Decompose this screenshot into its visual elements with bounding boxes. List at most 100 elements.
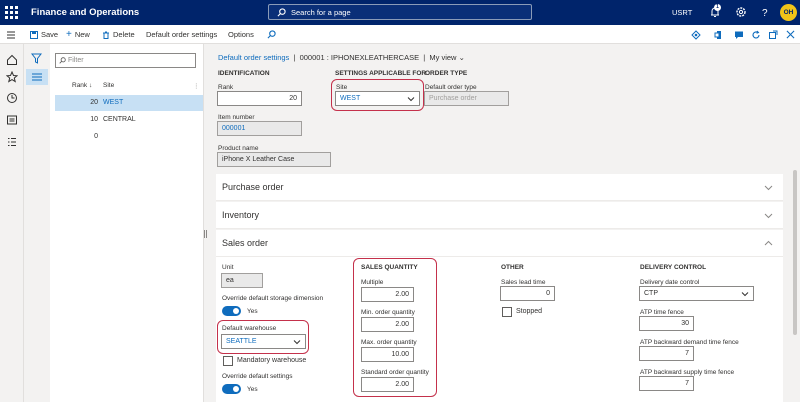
filter-input[interactable]: Filter xyxy=(55,53,196,68)
standard-order-quantity-field[interactable]: 2.00 xyxy=(361,377,414,392)
delivery-control-header: DELIVERY CONTROL xyxy=(640,264,707,271)
chevron-down-icon: ⌄ xyxy=(458,53,465,62)
override-settings-label: Override default settings xyxy=(222,373,293,380)
column-header-site[interactable]: Site xyxy=(103,82,114,89)
row-rank: 20 xyxy=(90,99,98,106)
atp-backward-supply-field[interactable]: 7 xyxy=(639,376,694,391)
tab-options[interactable]: Options xyxy=(228,30,254,39)
chevron-down-icon xyxy=(407,97,415,102)
tab-default-order-settings[interactable]: Default order settings xyxy=(146,30,217,39)
delete-button[interactable]: Delete xyxy=(102,30,135,39)
max-order-quantity-field[interactable]: 10.00 xyxy=(361,347,414,362)
default-warehouse-dropdown[interactable]: SEATTLE xyxy=(221,334,306,349)
view-selector[interactable]: My view ⌄ xyxy=(429,53,464,62)
company-picker[interactable]: USRT xyxy=(672,0,692,25)
favorites-icon[interactable] xyxy=(6,71,18,83)
override-storage-toggle[interactable] xyxy=(222,306,241,316)
table-row[interactable]: 0 xyxy=(55,129,203,145)
search-actions-icon[interactable] xyxy=(267,30,276,39)
site-dropdown[interactable]: WEST xyxy=(335,91,420,106)
home-icon[interactable] xyxy=(6,54,18,66)
atp-time-fence-field[interactable]: 30 xyxy=(639,316,694,331)
delivery-date-control-dropdown[interactable]: CTP xyxy=(639,286,754,301)
fasttab-sales-order[interactable]: Sales order xyxy=(216,230,783,257)
open-new-window-icon[interactable] xyxy=(768,30,778,40)
scrollbar-thumb[interactable] xyxy=(793,170,797,335)
notification-badge: 1 xyxy=(714,4,721,11)
row-site: WEST xyxy=(103,99,124,106)
override-settings-toggle[interactable] xyxy=(222,384,241,394)
order-type-header: ORDER TYPE xyxy=(425,70,468,77)
power-apps-icon[interactable] xyxy=(691,30,701,40)
other-header: OTHER xyxy=(501,264,524,271)
refresh-icon[interactable] xyxy=(751,30,761,40)
row-site: CENTRAL xyxy=(103,116,136,123)
messages-icon[interactable] xyxy=(734,30,744,40)
atp-backward-demand-field[interactable]: 7 xyxy=(639,346,694,361)
app-name[interactable]: Finance and Operations xyxy=(31,7,139,18)
workspaces-icon[interactable] xyxy=(6,114,18,126)
modules-icon[interactable] xyxy=(6,136,18,148)
view-selector-label: My view xyxy=(429,53,457,62)
search-placeholder: Search for a page xyxy=(291,8,351,17)
sales-lead-time-field[interactable]: 0 xyxy=(500,286,555,301)
action-pane: Save + New Delete Default order settings… xyxy=(0,25,800,59)
top-bar: Finance and Operations Search for a page… xyxy=(0,0,800,25)
chevron-down-icon xyxy=(764,213,773,219)
chevron-down-icon xyxy=(293,340,301,345)
warehouse-value: SEATTLE xyxy=(226,338,257,345)
fasttab-title: Purchase order xyxy=(222,182,284,192)
recent-icon[interactable] xyxy=(6,92,18,104)
chevron-up-icon xyxy=(764,240,773,246)
gear-icon[interactable] xyxy=(734,5,748,19)
delivery-date-control-label: Delivery date control xyxy=(640,279,700,286)
standard-order-quantity-label: Standard order quantity xyxy=(361,369,429,376)
new-button[interactable]: + New xyxy=(66,29,90,40)
rank-label: Rank xyxy=(218,84,234,91)
rank-header-label: Rank xyxy=(72,82,88,89)
atp-backward-demand-label: ATP backward demand time fence xyxy=(640,339,739,346)
column-options-icon[interactable]: ⋮ xyxy=(193,82,200,90)
plus-icon: + xyxy=(66,29,72,40)
office-icon[interactable] xyxy=(714,30,724,40)
global-search-box[interactable]: Search for a page xyxy=(268,4,532,20)
site-label: Site xyxy=(336,84,348,91)
stopped-checkbox[interactable] xyxy=(502,307,512,317)
site-value: WEST xyxy=(340,95,361,102)
column-header-rank[interactable]: Rank ↓ xyxy=(72,82,92,89)
min-order-quantity-field[interactable]: 2.00 xyxy=(361,317,414,332)
item-number-field[interactable]: 000001 xyxy=(217,121,302,136)
fasttab-inventory[interactable]: Inventory xyxy=(216,202,783,229)
hamburger-icon[interactable] xyxy=(6,30,16,40)
breadcrumb-link[interactable]: Default order settings xyxy=(218,53,289,62)
delete-label: Delete xyxy=(113,30,135,39)
options-label: Options xyxy=(228,30,254,39)
save-button[interactable]: Save xyxy=(30,30,58,39)
row-rank: 10 xyxy=(90,116,98,123)
avatar[interactable]: OH xyxy=(780,4,797,21)
filter-icon[interactable] xyxy=(31,53,42,64)
search-icon xyxy=(277,8,286,17)
breadcrumb-separator: | xyxy=(293,53,296,62)
breadcrumb-separator: | xyxy=(423,53,426,62)
multiple-field[interactable]: 2.00 xyxy=(361,287,414,302)
fasttab-purchase-order[interactable]: Purchase order xyxy=(216,174,783,201)
help-icon[interactable]: ? xyxy=(758,5,772,19)
stopped-label: Stopped xyxy=(516,308,543,315)
save-label: Save xyxy=(41,30,59,39)
trash-icon xyxy=(103,31,109,39)
close-icon[interactable] xyxy=(786,30,795,39)
rank-field[interactable]: 20 xyxy=(217,91,302,106)
chevron-down-icon xyxy=(741,292,749,297)
fasttab-title: Inventory xyxy=(222,210,260,220)
delivery-date-control-value: CTP xyxy=(644,290,658,297)
mandatory-warehouse-checkbox[interactable] xyxy=(223,356,233,366)
breadcrumb: Default order settings | 000001 : IPHONE… xyxy=(218,53,465,62)
save-icon xyxy=(30,30,38,39)
table-row[interactable]: 10 CENTRAL xyxy=(55,112,203,128)
app-launcher-icon[interactable] xyxy=(5,6,18,19)
default-order-type-label: Default order type xyxy=(425,84,477,91)
table-row[interactable]: 20 WEST xyxy=(55,95,203,111)
chevron-down-icon xyxy=(764,185,773,191)
list-view-toggle[interactable] xyxy=(26,69,48,85)
